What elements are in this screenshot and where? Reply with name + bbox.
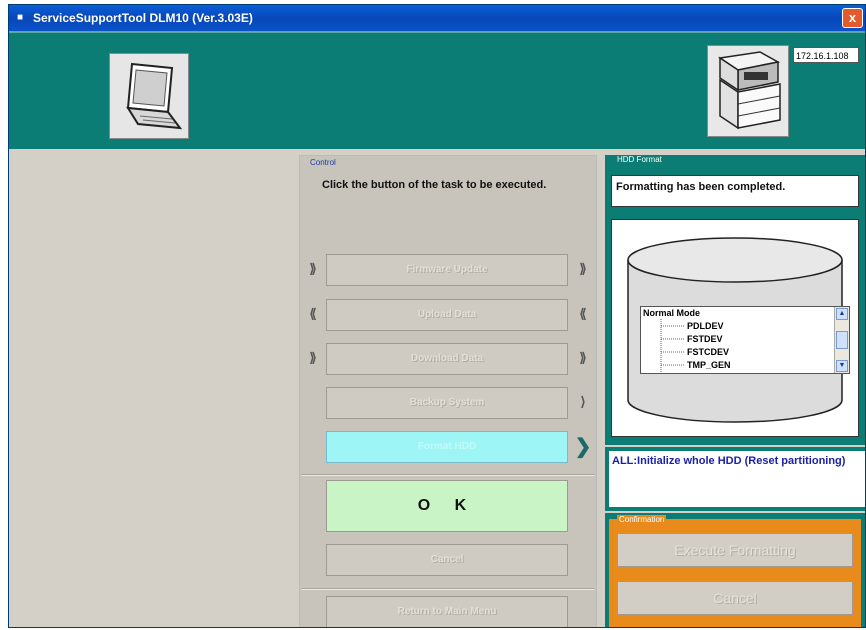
ok-button[interactable]: O K bbox=[326, 480, 568, 532]
ip-address-field: 172.16.1.108 bbox=[793, 47, 859, 63]
window-title: ServiceSupportTool DLM10 (Ver.3.03E) bbox=[33, 11, 253, 25]
arrow-right-icon: ⟫ bbox=[579, 350, 587, 365]
partition-list[interactable]: Normal Mode PDLDEV FSTDEV FSTCDEV TMP_GE… bbox=[640, 306, 850, 374]
printer-icon bbox=[707, 45, 789, 137]
arrow-left-icon: ⟪ bbox=[309, 306, 317, 321]
format-hdd-button[interactable]: Format HDD bbox=[326, 431, 568, 463]
firmware-update-button[interactable]: Firmware Update bbox=[326, 254, 568, 286]
scroll-thumb[interactable] bbox=[836, 331, 848, 349]
description-panel: ALL:Initialize whole HDD (Reset partitio… bbox=[605, 447, 865, 511]
tree-lines bbox=[660, 319, 685, 373]
app-icon: ■ bbox=[17, 12, 24, 23]
divider bbox=[302, 588, 594, 590]
format-description: ALL:Initialize whole HDD (Reset partitio… bbox=[609, 451, 865, 507]
download-data-button[interactable]: Download Data bbox=[326, 343, 568, 375]
status-message: Formatting has been completed. bbox=[611, 175, 859, 207]
control-group-label: Control bbox=[310, 158, 336, 167]
active-arrow-icon: ❯ bbox=[574, 436, 592, 458]
control-panel: Control Click the button of the task to … bbox=[299, 155, 597, 627]
confirmation-group-label: Confirmation bbox=[617, 515, 667, 524]
arrow-left-icon: ⟪ bbox=[579, 306, 587, 321]
header-banner: 172.16.1.108 bbox=[9, 31, 865, 149]
arrow-right-icon: ⟫ bbox=[579, 261, 587, 276]
confirmation-panel: Confirmation Execute Formatting Cancel bbox=[605, 513, 865, 627]
divider bbox=[302, 474, 594, 476]
hdd-format-group-label: HDD Format bbox=[617, 155, 662, 164]
arrow-right-icon: ⟫ bbox=[309, 350, 317, 365]
list-scrollbar[interactable]: ▲ ▼ bbox=[834, 307, 849, 373]
scroll-down-icon[interactable]: ▼ bbox=[836, 360, 848, 372]
app-window: ■ ServiceSupportTool DLM10 (Ver.3.03E) x bbox=[8, 4, 866, 628]
return-to-main-menu-button[interactable]: Return to Main Menu bbox=[326, 596, 568, 627]
laptop-icon bbox=[109, 53, 189, 139]
hdd-diagram: Normal Mode PDLDEV FSTDEV FSTCDEV TMP_GE… bbox=[611, 219, 859, 437]
cancel-button[interactable]: Cancel bbox=[326, 544, 568, 576]
execute-formatting-button[interactable]: Execute Formatting bbox=[617, 533, 853, 567]
scroll-up-icon[interactable]: ▲ bbox=[836, 308, 848, 320]
confirmation-group: Confirmation Execute Formatting Cancel bbox=[609, 515, 861, 627]
close-button[interactable]: x bbox=[842, 8, 863, 28]
hdd-format-panel: HDD Format Formatting has been completed… bbox=[605, 155, 865, 445]
arrow-right-icon: ⟫ bbox=[309, 261, 317, 276]
title-bar[interactable]: ■ ServiceSupportTool DLM10 (Ver.3.03E) x bbox=[9, 5, 865, 31]
left-pane bbox=[19, 151, 291, 627]
confirmation-cancel-button[interactable]: Cancel bbox=[617, 581, 853, 615]
backup-system-button[interactable]: Backup System bbox=[326, 387, 568, 419]
instruction-text: Click the button of the task to be execu… bbox=[322, 179, 547, 191]
arrow-single-icon: ⟩ bbox=[580, 394, 586, 409]
upload-data-button[interactable]: Upload Data bbox=[326, 299, 568, 331]
